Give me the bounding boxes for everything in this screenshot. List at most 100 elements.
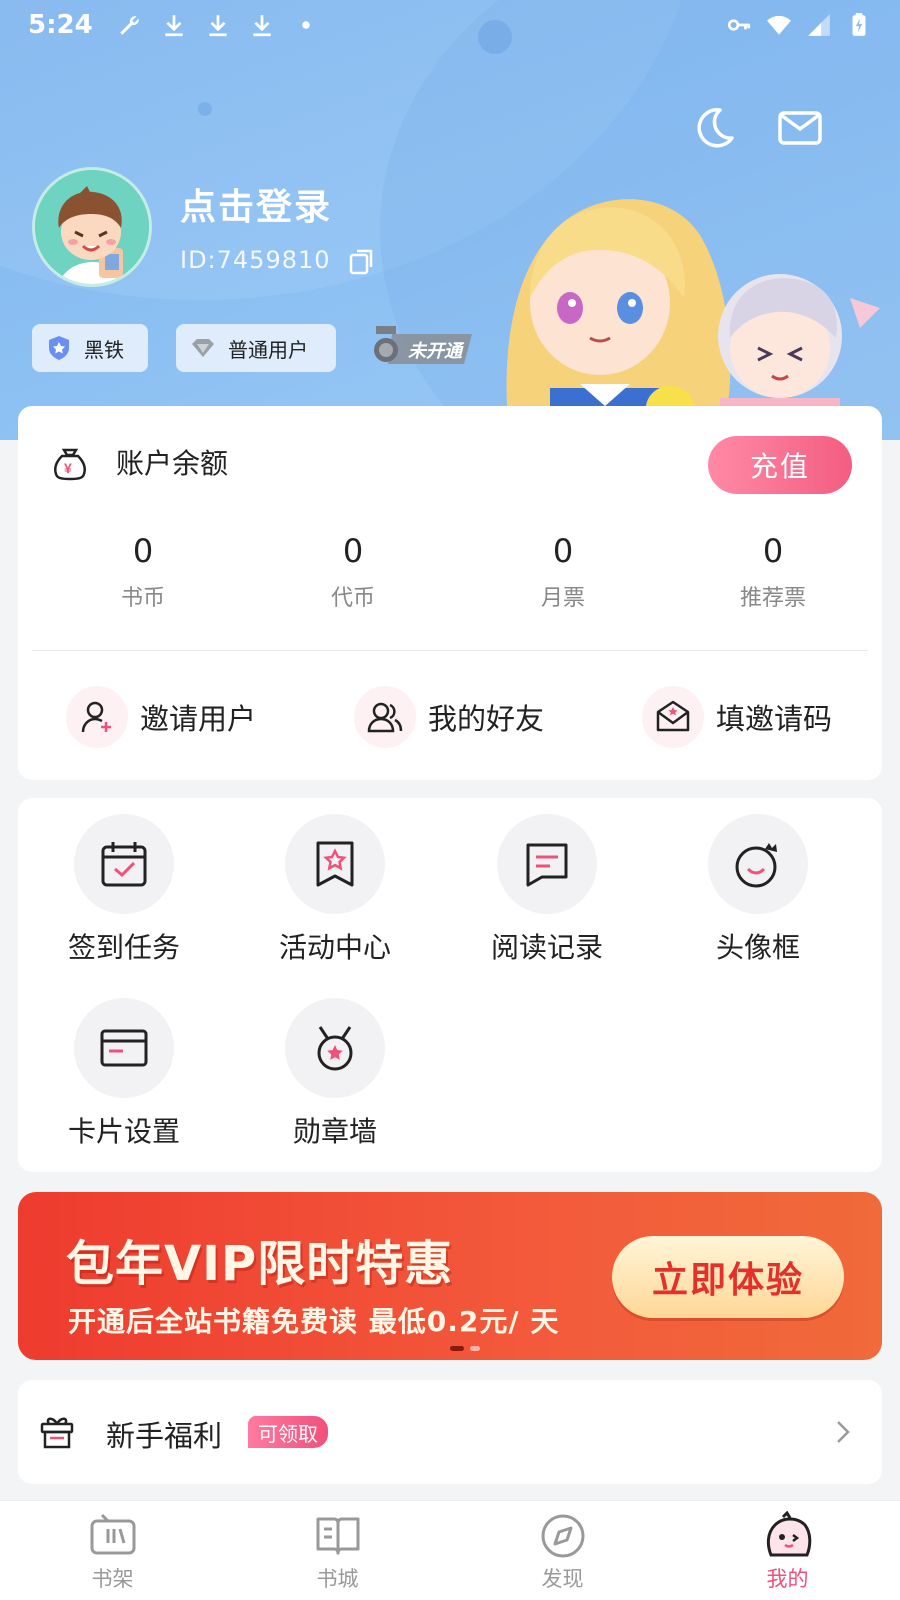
money-bag-icon: ¥ [54,448,86,481]
divider [32,650,868,651]
login-prompt[interactable]: 点击登录 [180,178,332,230]
feature-medal-wall[interactable]: 勋章墙 [235,998,435,1150]
stat-label: 书币 [120,586,165,611]
recharge-button[interactable]: 充值 [708,436,852,494]
copy-icon[interactable] [348,248,376,276]
stat-recommend-tickets[interactable]: 0 推荐票 [668,532,878,612]
newbie-title: 新手福利 [106,1419,223,1453]
feature-label: 签到任务 [67,931,180,964]
carousel-dot [470,1346,480,1351]
user-type-label: 普通用户 [228,337,308,362]
feature-sign-in-tasks[interactable]: 签到任务 [24,814,224,966]
tab-discover[interactable]: 发现 [450,1501,675,1600]
add-user-icon [81,701,111,733]
feature-label: 卡片设置 [67,1115,180,1148]
book-store-icon [316,1517,359,1555]
action-label: 邀请用户 [140,702,257,736]
card-icon [100,1029,148,1067]
wifi-icon [767,15,791,35]
star-bookmark-icon [316,841,354,887]
vpn-key-icon [727,19,751,31]
notification-dot-icon [301,21,310,29]
status-bar: 5:24 [0,0,900,50]
calendar-check-icon [101,842,147,887]
header-decoration-dot [198,102,212,116]
stat-value: 0 [762,532,784,570]
tab-label: 发现 [541,1567,584,1591]
feature-reading-record[interactable]: 阅读记录 [447,814,647,966]
level-badge[interactable]: 黑铁 [32,324,148,372]
carousel-indicator [450,1346,480,1351]
mascot-characters-illustration [506,199,880,440]
feature-label: 阅读记录 [490,931,603,964]
invite-code-envelope-icon [656,700,690,732]
carousel-dot-active [450,1346,464,1351]
tab-label: 书架 [91,1567,134,1591]
cell-signal-icon [808,14,830,36]
feature-label: 头像框 [715,931,800,964]
download-icon [253,15,271,37]
diamond-icon [192,339,214,357]
shield-star-icon [49,336,69,360]
tab-label: 书城 [316,1567,359,1591]
vip-promo-banner[interactable]: 包年VIP限时特惠 开通后全站书籍免费读 最低0.2元/ 天 立即体验 [18,1192,882,1360]
user-id: ID:7459810 [180,246,331,274]
stat-value: 0 [342,532,364,570]
svg-text:¥: ¥ [64,460,72,476]
battery-charging-icon [852,13,866,36]
stat-tokens[interactable]: 0 代币 [248,532,458,612]
avatar[interactable] [32,167,152,287]
vip-tag-text: 未开通 [408,341,465,361]
profile-header: 5:24 点击登录 ID:7459810 黑铁 普通用户 未开通 [0,0,900,440]
chevron-right-icon [837,1421,850,1443]
stat-label: 代币 [330,586,375,611]
account-balance-card: ¥ 账户余额 充值 0 书币 0 代币 0 月票 0 推荐票 邀请用户 我的好友… [18,406,882,780]
reading-record-icon [526,843,568,887]
feature-card-settings[interactable]: 卡片设置 [24,998,224,1150]
stat-book-coins[interactable]: 0 书币 [38,532,248,612]
feature-avatar-frame[interactable]: 头像框 [658,814,858,966]
feature-grid-card: 签到任务 活动中心 阅读记录 头像框 卡片设置 勋章墙 [18,798,882,1172]
stat-label: 推荐票 [739,586,806,611]
user-type-badge[interactable]: 普通用户 [176,324,336,372]
action-label: 填邀请码 [716,702,833,736]
action-label: 我的好友 [428,702,545,736]
bottom-tab-bar: 书架 书城 发现 我的 [0,1500,900,1600]
download-icon [165,15,183,37]
compass-icon [541,1514,584,1558]
tab-bookshelf[interactable]: 书架 [0,1501,225,1600]
vip-medal-icon: 未开通 [374,326,472,364]
avatar-frame-crown-icon [735,843,777,888]
stat-monthly-tickets[interactable]: 0 月票 [458,532,668,612]
claimable-badge: 可领取 [248,1416,328,1448]
message-mail-icon[interactable] [776,104,824,152]
stat-label: 月票 [540,586,585,611]
vip-status-tag[interactable]: 未开通 [372,326,492,372]
night-mode-moon-icon[interactable] [690,104,738,152]
my-friends-button[interactable]: 我的好友 [306,686,594,748]
stat-value: 0 [552,532,574,570]
friends-icon [367,702,403,733]
status-time: 5:24 [28,10,93,40]
balance-title: 账户余额 [116,447,229,480]
level-badge-label: 黑铁 [84,337,124,362]
enter-invite-code-button[interactable]: 填邀请码 [594,686,882,748]
try-now-button[interactable]: 立即体验 [612,1236,844,1318]
banner-title: 包年VIP限时特惠 [66,1236,454,1292]
newbie-benefits-row[interactable]: 新手福利 可领取 [18,1380,882,1484]
feature-label: 活动中心 [278,931,391,964]
tab-book-store[interactable]: 书城 [225,1501,450,1600]
tab-label: 我的 [766,1567,809,1591]
bookshelf-icon [90,1513,135,1555]
gift-icon [40,1417,74,1449]
stat-value: 0 [132,532,154,570]
profile-mascot-icon [766,1511,811,1557]
wrench-icon [119,16,139,35]
medal-icon [317,1026,353,1071]
feature-activity-center[interactable]: 活动中心 [235,814,435,966]
download-icon [209,15,227,37]
feature-label: 勋章墙 [292,1115,377,1148]
banner-subtitle: 开通后全站书籍免费读 最低0.2元/ 天 [68,1305,560,1338]
tab-mine[interactable]: 我的 [675,1501,900,1600]
invite-users-button[interactable]: 邀请用户 [18,686,306,748]
